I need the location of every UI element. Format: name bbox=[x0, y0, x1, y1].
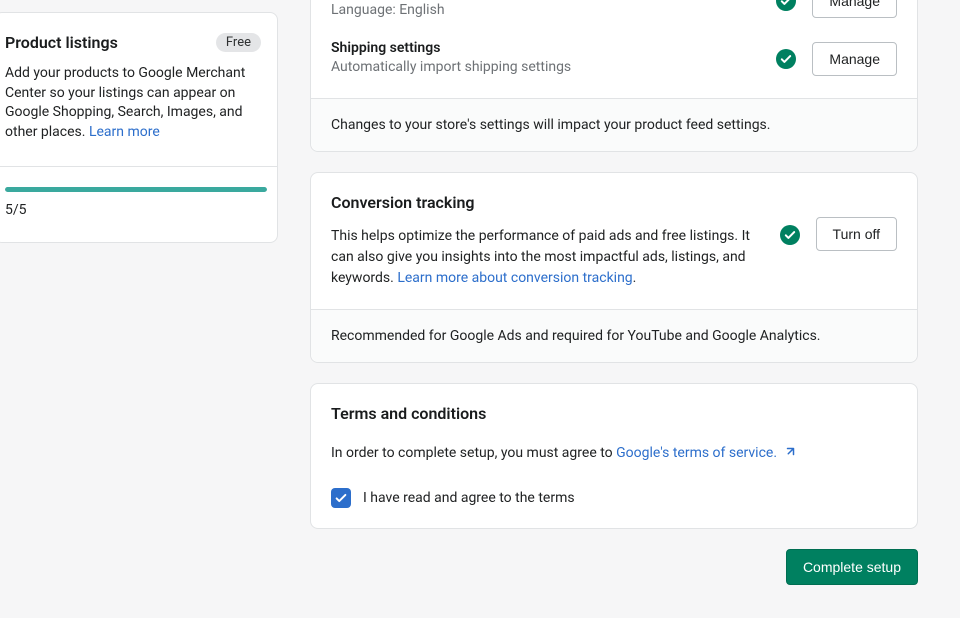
store-settings-footer: Changes to your store's settings will im… bbox=[311, 98, 917, 151]
complete-setup-button[interactable]: Complete setup bbox=[786, 549, 918, 585]
terms-checkbox-row: I have read and agree to the terms bbox=[331, 488, 897, 508]
shipping-settings-row: Shipping settings Automatically import s… bbox=[331, 30, 897, 78]
conversion-learn-more-link[interactable]: Learn more about conversion tracking bbox=[397, 270, 632, 286]
check-circle-icon bbox=[776, 49, 796, 69]
sidebar-card: Product listings Free Add your products … bbox=[0, 12, 278, 243]
sidebar-top: Product listings Free Add your products … bbox=[0, 13, 277, 166]
free-badge: Free bbox=[216, 33, 261, 52]
terms-card: Terms and conditions In order to complet… bbox=[310, 383, 918, 529]
terms-pretext: In order to complete setup, you must agr… bbox=[331, 445, 616, 461]
turn-off-button[interactable]: Turn off bbox=[816, 217, 897, 251]
store-settings-card: Country: United States Language: English… bbox=[310, 0, 918, 152]
sidebar-header: Product listings Free bbox=[5, 33, 261, 52]
external-link-icon bbox=[783, 445, 795, 466]
terms-checkbox-label: I have read and agree to the terms bbox=[363, 490, 575, 506]
conversion-footer: Recommended for Google Ads and required … bbox=[311, 309, 917, 362]
target-market-language: Language: English bbox=[331, 1, 760, 21]
target-market-text: Country: United States Language: English bbox=[331, 0, 760, 20]
terms-checkbox[interactable] bbox=[331, 488, 351, 508]
learn-more-link[interactable]: Learn more bbox=[89, 124, 160, 140]
conversion-body-text: This helps optimize the performance of p… bbox=[331, 226, 764, 289]
check-circle-icon bbox=[776, 0, 796, 11]
shipping-settings-title: Shipping settings bbox=[331, 40, 760, 56]
manage-shipping-button[interactable]: Manage bbox=[812, 42, 897, 76]
sidebar-title: Product listings bbox=[5, 33, 118, 52]
progress-label: 5/5 bbox=[5, 202, 267, 218]
check-circle-icon bbox=[780, 225, 800, 245]
target-market-row: Country: United States Language: English… bbox=[331, 0, 897, 30]
sidebar-progress: 5/5 bbox=[0, 166, 277, 242]
terms-body-text: In order to complete setup, you must agr… bbox=[331, 443, 897, 466]
google-tos-link-text: Google's terms of service. bbox=[616, 445, 777, 461]
google-tos-link[interactable]: Google's terms of service. bbox=[616, 445, 794, 461]
terms-heading: Terms and conditions bbox=[331, 404, 897, 423]
shipping-settings-text: Shipping settings Automatically import s… bbox=[331, 40, 760, 78]
main-column: Country: United States Language: English… bbox=[310, 0, 918, 609]
sidebar-description: Add your products to Google Merchant Cen… bbox=[5, 64, 261, 142]
conversion-period: . bbox=[633, 270, 637, 286]
terms-body: Terms and conditions In order to complet… bbox=[311, 384, 917, 528]
conversion-body: Conversion tracking This helps optimize … bbox=[311, 173, 917, 309]
shipping-settings-sub: Automatically import shipping settings bbox=[331, 58, 760, 78]
conversion-heading: Conversion tracking bbox=[331, 193, 764, 212]
manage-target-market-button[interactable]: Manage bbox=[812, 0, 897, 18]
store-settings-body: Country: United States Language: English… bbox=[311, 0, 917, 98]
conversion-tracking-card: Conversion tracking This helps optimize … bbox=[310, 172, 918, 363]
progress-fill bbox=[5, 187, 267, 192]
progress-bar bbox=[5, 187, 267, 192]
page-footer-row: Complete setup bbox=[310, 549, 918, 609]
